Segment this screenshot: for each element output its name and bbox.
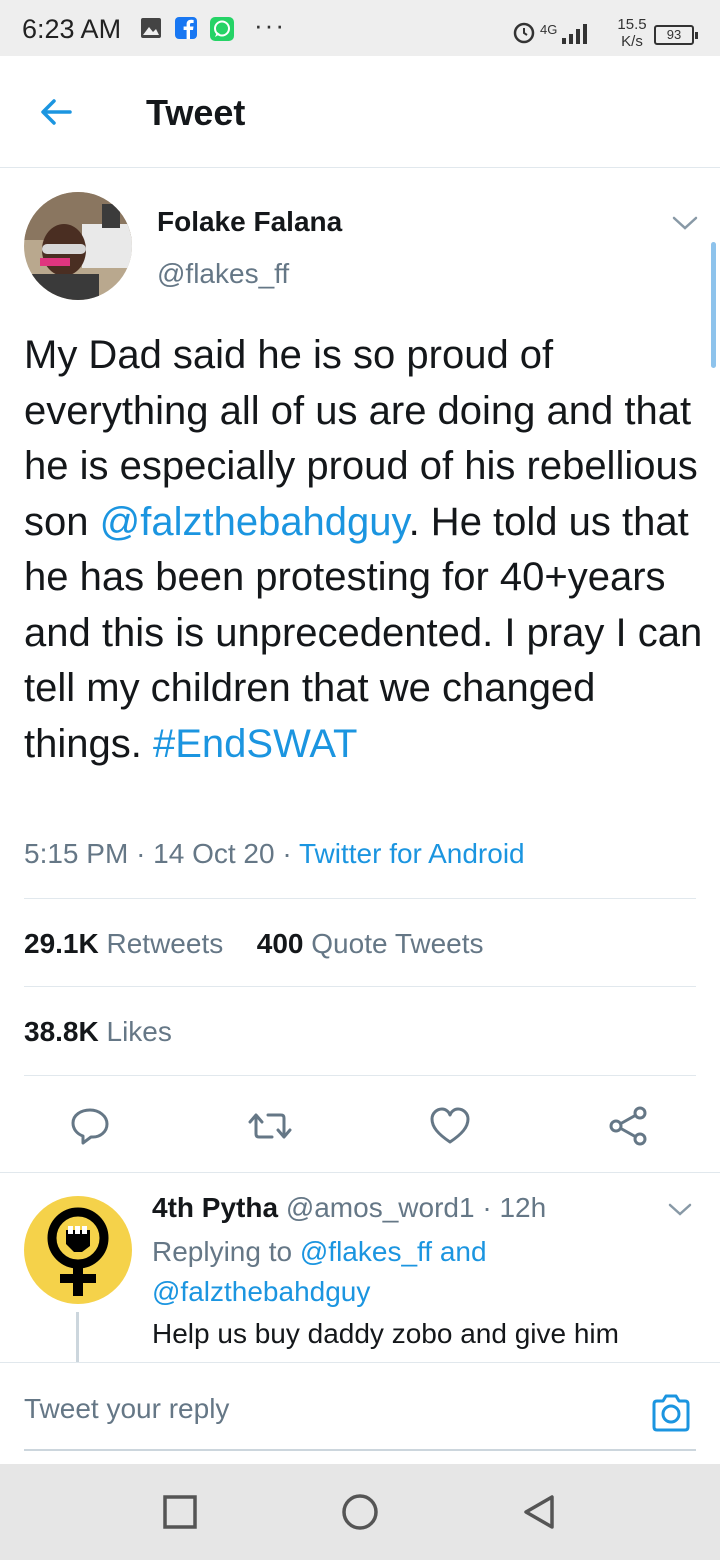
reply-input[interactable]: Tweet your reply (24, 1393, 229, 1425)
tweet-meta: 5:15 PM · 14 Oct 20 · Twitter for Androi… (24, 838, 525, 870)
mention-link[interactable]: @falzthebahdguy (100, 500, 409, 544)
tweet-text: My Dad said he is so proud of everything… (24, 328, 704, 772)
status-time: 6:23 AM (22, 14, 122, 44)
reply-author-handle[interactable]: @amos_word1 (286, 1192, 475, 1223)
network-speed: 15.5 K/s (617, 16, 647, 50)
camera-icon[interactable] (650, 1393, 692, 1433)
replying-to: Replying to @flakes_ff and @falzthebahdg… (152, 1232, 572, 1312)
author-avatar[interactable] (24, 192, 132, 300)
alarm-icon (513, 22, 535, 44)
section-divider (0, 1172, 720, 1173)
tweet-date: 14 Oct 20 (153, 838, 275, 869)
quote-tweets-stat[interactable]: 400 Quote Tweets (257, 928, 484, 959)
gallery-icon (141, 18, 161, 38)
retweets-stat[interactable]: 29.1K Retweets (24, 928, 223, 959)
author-name[interactable]: Folake Falana (157, 206, 342, 238)
replying-to-link[interactable]: @falzthebahdguy (152, 1276, 370, 1307)
reply-composer: Tweet your reply (0, 1362, 720, 1464)
home-circle-icon[interactable] (340, 1492, 380, 1532)
reply-header: 4th Pytha @amos_word1 · 12h (152, 1192, 546, 1224)
meta-separator: · (136, 838, 154, 869)
author-handle[interactable]: @flakes_ff (157, 258, 289, 290)
app-header: Tweet (0, 56, 720, 168)
status-bar: 6:23 AM ··· 4G 15.5 K/s 93 (0, 0, 720, 56)
facebook-icon (175, 17, 197, 39)
retweet-icon[interactable] (248, 1104, 292, 1148)
share-icon[interactable] (607, 1104, 651, 1148)
meta-separator: · (482, 1192, 500, 1223)
engagement-stats: 29.1K Retweets 400 Quote Tweets (24, 928, 484, 960)
reply-author-avatar[interactable] (24, 1196, 132, 1304)
back-arrow-icon[interactable] (34, 90, 78, 134)
divider (24, 986, 696, 987)
reply-time: 12h (499, 1192, 547, 1223)
recents-square-icon[interactable] (160, 1492, 200, 1532)
likes-stat[interactable]: 38.8K Likes (24, 1016, 172, 1048)
feminist-fist-logo (47, 1207, 109, 1296)
replying-and[interactable]: and (440, 1236, 487, 1267)
input-underline (24, 1449, 696, 1451)
reply-icon[interactable] (69, 1104, 113, 1148)
signal-icon (562, 24, 587, 44)
hashtag-link[interactable]: #EndSWAT (153, 722, 358, 766)
chevron-down-icon[interactable] (666, 1198, 694, 1220)
replying-prefix: Replying to (152, 1236, 293, 1267)
thread-line (76, 1312, 79, 1364)
scrollbar[interactable] (711, 242, 716, 368)
reply-author-name[interactable]: 4th Pytha (152, 1192, 278, 1223)
divider (24, 898, 696, 899)
back-triangle-icon[interactable] (520, 1492, 560, 1532)
whatsapp-icon (210, 17, 234, 41)
tweet-time: 5:15 PM (24, 838, 129, 869)
tweet-actions (0, 1090, 720, 1170)
more-notifications-icon: ··· (254, 10, 286, 40)
battery-indicator: 93 (654, 25, 698, 45)
network-type: 4G (540, 22, 558, 37)
reply-text: Help us buy daddy zobo and give him (152, 1318, 619, 1349)
system-nav-bar (0, 1464, 720, 1560)
like-heart-icon[interactable] (428, 1104, 472, 1148)
page-title: Tweet (146, 92, 246, 133)
divider (24, 1075, 696, 1076)
chevron-down-icon[interactable] (670, 210, 700, 234)
replying-to-link[interactable]: @flakes_ff (300, 1236, 432, 1267)
tweet-source-link[interactable]: Twitter for Android (299, 838, 525, 869)
meta-separator: · (282, 838, 299, 869)
author-photo (24, 192, 132, 300)
